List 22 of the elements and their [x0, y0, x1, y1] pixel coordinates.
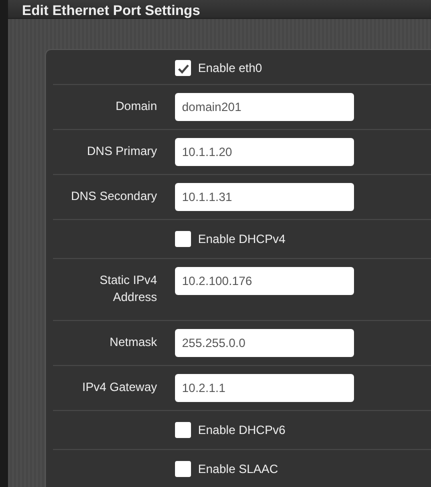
checkbox-label: Enable SLAAC: [198, 462, 278, 476]
input-field[interactable]: 10.2.1.1: [175, 374, 354, 402]
checkbox-label: Enable eth0: [198, 61, 262, 75]
input-field[interactable]: 10.1.1.31: [175, 183, 354, 211]
input-field[interactable]: domain201: [175, 93, 354, 121]
input-field[interactable]: 10.1.1.20: [175, 138, 354, 166]
checkbox[interactable]: [175, 231, 191, 247]
input-field[interactable]: 255.255.0.0: [175, 329, 354, 357]
field-label: DNS Secondary: [70, 189, 157, 203]
checkbox[interactable]: [175, 461, 191, 477]
field-label: Netmask: [110, 335, 157, 349]
checkbox-label: Enable DHCPv6: [198, 423, 286, 437]
checkmark-icon: [176, 62, 190, 74]
checkbox[interactable]: [175, 422, 191, 438]
field-label: IPv4 Gateway: [82, 380, 157, 394]
input-field[interactable]: 10.2.100.176: [175, 267, 354, 295]
field-label: DNS Primary: [86, 144, 157, 158]
field-label: Domain: [116, 99, 157, 113]
field-label: Static IPv4 Address: [100, 273, 157, 304]
checkbox[interactable]: [175, 60, 191, 76]
checkbox-label: Enable DHCPv4: [198, 232, 286, 246]
window-title: Edit Ethernet Port Settings: [22, 2, 200, 18]
